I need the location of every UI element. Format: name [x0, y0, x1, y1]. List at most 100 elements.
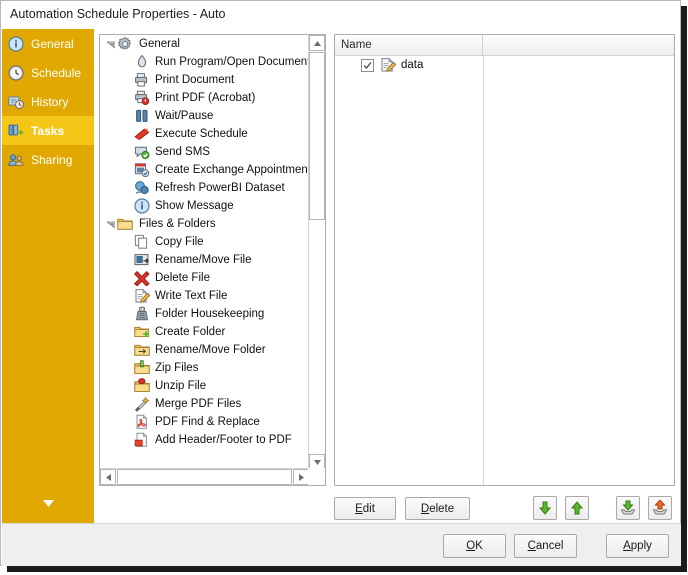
run-program-icon — [134, 54, 150, 70]
chevron-down-icon[interactable] — [2, 500, 94, 509]
move-down-button[interactable] — [533, 496, 557, 520]
sidebar-item-tasks[interactable]: Tasks — [2, 116, 94, 145]
apply-mnemonic: A — [623, 540, 631, 552]
tree-item[interactable]: Merge PDF Files — [100, 395, 309, 413]
send-sms-icon — [134, 144, 150, 160]
tree-item[interactable]: Copy File — [100, 233, 309, 251]
task-checkbox[interactable] — [361, 58, 374, 72]
scroll-up-icon[interactable] — [309, 35, 325, 51]
tree-item[interactable]: Rename/Move File — [100, 251, 309, 269]
expander-collapse-icon[interactable] — [105, 35, 117, 53]
create-folder-icon — [134, 326, 150, 337]
clock-icon — [8, 64, 24, 81]
arrow-down-icon — [538, 501, 552, 515]
sidebar-item-history[interactable]: History — [2, 87, 94, 116]
scroll-left-icon[interactable] — [100, 469, 116, 485]
edit-button[interactable]: Edit — [334, 497, 396, 520]
sidebar-item-schedule[interactable]: Schedule — [2, 58, 94, 87]
sharing-icon — [8, 152, 24, 168]
title-bar: Automation Schedule Properties - Auto — [1, 1, 680, 29]
tree-horizontal-scroll-thumb[interactable] — [117, 469, 292, 485]
column-header-blank[interactable] — [483, 35, 674, 55]
gear-icon — [117, 36, 133, 52]
sidebar-item-sharing[interactable]: Sharing — [2, 145, 94, 174]
copy-file-icon — [134, 234, 150, 250]
tree-item[interactable]: Unzip File — [100, 377, 309, 395]
tree-item[interactable]: Run Program/Open Document — [100, 53, 309, 71]
task-list-body: data — [335, 56, 674, 485]
tree-item[interactable]: Wait/Pause — [100, 107, 309, 125]
clock-icon — [8, 64, 24, 81]
task-type-tree-content: General Run Program/Open Document Print Do… — [100, 35, 309, 469]
window-frame: Automation Schedule Properties - Auto Ge… — [0, 0, 681, 566]
apply-button[interactable]: Apply — [606, 534, 669, 558]
tree-item[interactable]: Execute Schedule — [100, 125, 309, 143]
create-folder-icon — [134, 324, 150, 340]
info-icon — [134, 198, 150, 214]
tree-item-label: Send SMS — [155, 146, 210, 158]
unzip-icon — [134, 378, 150, 392]
tree-item[interactable]: Print PDF (Acrobat) — [100, 89, 309, 107]
printer-icon — [135, 73, 148, 87]
list-item[interactable]: data — [335, 56, 674, 74]
tree-group-files-folders[interactable]: Files & Folders — [100, 215, 309, 233]
tree-item[interactable]: Delete File — [100, 269, 309, 287]
rename-folder-icon — [134, 342, 150, 358]
tree-item[interactable]: Send SMS — [100, 143, 309, 161]
tree-item[interactable]: Create Exchange Appointment — [100, 161, 309, 179]
tree-item-label: Rename/Move File — [155, 254, 252, 266]
move-up-button[interactable] — [565, 496, 589, 520]
tree-item[interactable]: Refresh PowerBI Dataset — [100, 179, 309, 197]
sidebar-item-general[interactable]: General — [2, 29, 94, 58]
merge-pdf-icon — [135, 396, 150, 412]
delete-button[interactable]: Delete — [405, 497, 470, 520]
cancel-button[interactable]: Cancel — [514, 534, 577, 558]
pdf-icon — [134, 414, 150, 430]
import-button[interactable] — [616, 496, 640, 520]
tree-item-label: Delete File — [155, 272, 210, 284]
tree-item[interactable]: Add Header/Footer to PDF — [100, 431, 309, 449]
folder-icon — [117, 218, 133, 230]
tree-horizontal-scrollbar[interactable] — [100, 468, 325, 485]
info-icon — [8, 35, 24, 52]
scroll-right-icon[interactable] — [293, 469, 309, 485]
column-header-name[interactable]: Name — [335, 35, 483, 55]
tree-vertical-scroll-thumb[interactable] — [309, 52, 325, 220]
task-list-panel[interactable]: Name data — [334, 34, 675, 486]
task-type-tree[interactable]: General Run Program/Open Document Print Do… — [99, 34, 326, 486]
tree-item[interactable]: PDF Find & Replace — [100, 413, 309, 431]
merge-pdf-icon — [134, 396, 150, 412]
tree-item-label: Unzip File — [155, 380, 207, 392]
ok-button[interactable]: OK — [443, 534, 506, 558]
zip-icon — [134, 360, 150, 374]
calendar-icon — [134, 162, 150, 178]
sidebar-item-label: Tasks — [31, 123, 65, 138]
export-button[interactable] — [648, 496, 672, 520]
unzip-icon — [134, 378, 150, 394]
tree-item[interactable]: Create Folder — [100, 323, 309, 341]
window-shadow-right — [681, 6, 687, 569]
tree-item[interactable]: Folder Housekeeping — [100, 305, 309, 323]
folder-icon — [117, 216, 133, 232]
tasks-icon — [8, 124, 24, 135]
copy-file-icon — [134, 234, 148, 249]
tree-item[interactable]: Rename/Move Folder — [100, 341, 309, 359]
delete-button-label-rest: elete — [429, 502, 455, 515]
tree-item-label: PDF Find & Replace — [155, 416, 260, 428]
tree-group-label: Files & Folders — [139, 218, 216, 230]
calendar-icon — [134, 163, 150, 178]
tree-vertical-scrollbar[interactable] — [308, 35, 325, 470]
execute-schedule-icon — [134, 126, 150, 142]
delete-icon — [133, 270, 150, 287]
zip-icon — [134, 360, 150, 376]
send-sms-icon — [134, 146, 150, 160]
tree-item[interactable]: Zip Files — [100, 359, 309, 377]
tree-group-general[interactable]: General — [100, 35, 309, 53]
tree-item[interactable]: Print Document — [100, 71, 309, 89]
tree-item[interactable]: Show Message — [100, 197, 309, 215]
tree-item[interactable]: Write Text File — [100, 287, 309, 305]
tree-item-label: Folder Housekeeping — [155, 308, 265, 320]
edit-mnemonic: E — [355, 502, 363, 515]
gear-icon — [117, 36, 132, 50]
expander-collapse-icon[interactable] — [105, 215, 117, 233]
